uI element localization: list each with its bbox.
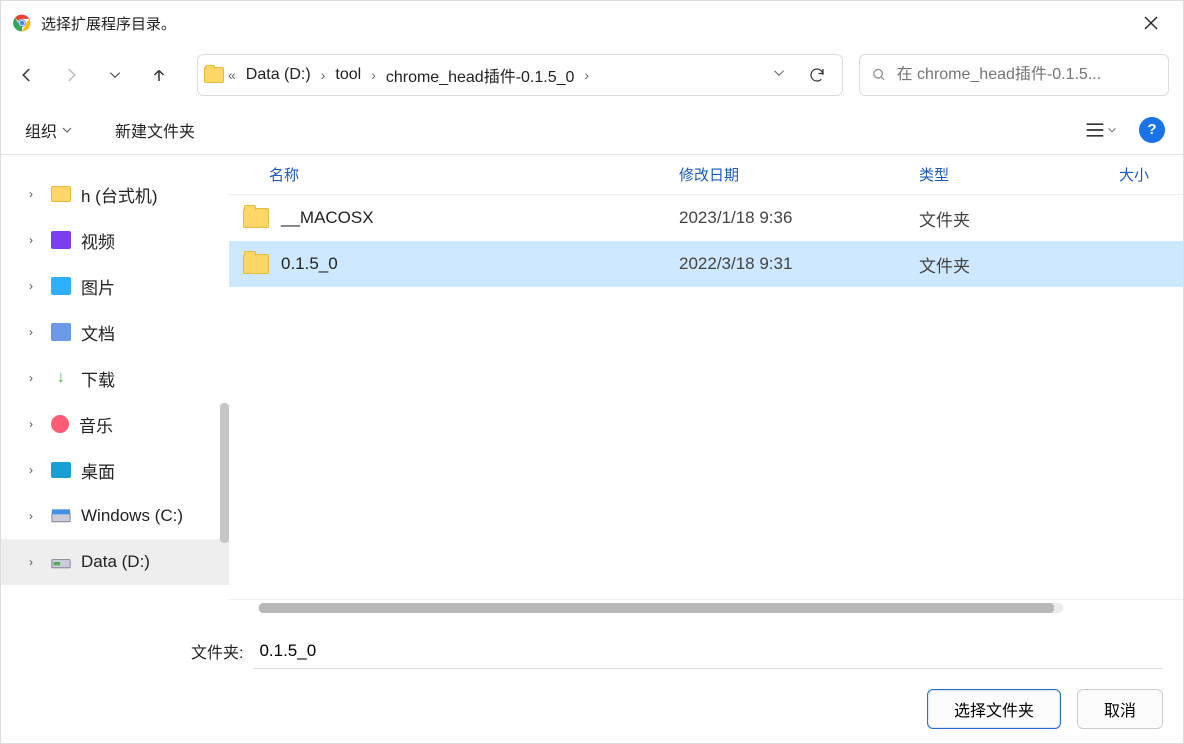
sidebar-item-label: 图片 (81, 274, 115, 299)
chevron-right-icon: › (29, 325, 41, 339)
sidebar-item-label: 视频 (81, 228, 115, 253)
cancel-button[interactable]: 取消 (1077, 689, 1163, 729)
sidebar-item-label: 桌面 (81, 458, 115, 483)
forward-button[interactable] (59, 63, 83, 87)
sidebar-item-music[interactable]: › 音乐 (1, 401, 229, 447)
chevron-right-icon: › (319, 67, 328, 83)
folder-icon (243, 254, 269, 274)
window-title: 选择扩展程序目录。 (41, 13, 176, 34)
file-date: 2022/3/18 9:31 (679, 254, 919, 274)
sidebar-item-h-desktop[interactable]: › h (台式机) (1, 171, 229, 217)
folder-icon (51, 186, 71, 202)
file-date: 2023/1/18 9:36 (679, 208, 919, 228)
sidebar-item-pictures[interactable]: › 图片 (1, 263, 229, 309)
picture-icon (51, 277, 71, 295)
sidebar-item-downloads[interactable]: › ↓ 下载 (1, 355, 229, 401)
folder-label: 文件夹: (191, 639, 243, 663)
sidebar-item-label: h (台式机) (81, 182, 158, 207)
document-icon (51, 323, 71, 341)
new-folder-button[interactable]: 新建文件夹 (109, 114, 201, 146)
chevron-right-icon: › (29, 371, 41, 385)
body-area: › h (台式机) › 视频 › 图片 › 文档 › ↓ 下载 › 音乐 › 桌面 › Windo… (1, 155, 1183, 615)
column-size[interactable]: 大小 (1119, 164, 1183, 185)
sidebar-item-desktop[interactable]: › 桌面 (1, 447, 229, 493)
view-mode-button[interactable] (1081, 118, 1121, 142)
path-dropdown[interactable] (772, 66, 786, 84)
breadcrumb-tool[interactable]: tool (329, 62, 367, 88)
sidebar-item-documents[interactable]: › 文档 (1, 309, 229, 355)
sidebar-item-label: 文档 (81, 320, 115, 345)
download-icon: ↓ (51, 369, 71, 387)
drive-icon (51, 507, 71, 525)
file-name: 0.1.5_0 (281, 254, 338, 274)
sidebar-item-label: Data (D:) (81, 552, 150, 572)
sidebar-item-label: 下载 (81, 366, 115, 391)
column-type[interactable]: 类型 (919, 164, 1119, 185)
organize-button[interactable]: 组织 (19, 114, 79, 146)
chevron-right-icon: › (582, 67, 591, 83)
folder-name-input[interactable] (253, 633, 1163, 669)
select-folder-button[interactable]: 选择文件夹 (927, 689, 1061, 729)
sidebar-scrollbar[interactable] (220, 403, 229, 543)
music-icon (51, 415, 69, 433)
chevron-right-icon: › (369, 67, 378, 83)
address-bar-row: « Data (D:) › tool › chrome_head插件-0.1.5… (1, 45, 1183, 105)
dialog-footer: 文件夹: 选择文件夹 取消 (1, 615, 1183, 743)
help-button[interactable]: ? (1139, 117, 1165, 143)
breadcrumb-overflow[interactable]: « (226, 67, 238, 83)
breadcrumb-bar[interactable]: « Data (D:) › tool › chrome_head插件-0.1.5… (197, 54, 843, 96)
file-name: __MACOSX (281, 208, 374, 228)
title-bar: 选择扩展程序目录。 (1, 1, 1183, 45)
file-type: 文件夹 (919, 206, 1119, 231)
chevron-right-icon: › (29, 509, 41, 523)
column-name[interactable]: 名称 (229, 164, 679, 185)
toolbar: 组织 新建文件夹 ? (1, 105, 1183, 155)
file-row[interactable]: 0.1.5_0 2022/3/18 9:31 文件夹 (229, 241, 1183, 287)
recent-dropdown[interactable] (103, 63, 127, 87)
column-header-row: 名称 修改日期 类型 大小 (229, 155, 1183, 195)
scrollbar-thumb[interactable] (259, 603, 1054, 613)
up-button[interactable] (147, 63, 171, 87)
file-type: 文件夹 (919, 252, 1119, 277)
file-list: ⌃ 名称 修改日期 类型 大小 __MACOSX 2023/1/18 9:36 … (229, 155, 1183, 615)
file-row[interactable]: __MACOSX 2023/1/18 9:36 文件夹 (229, 195, 1183, 241)
desktop-icon (51, 462, 71, 478)
chevron-right-icon: › (29, 187, 41, 201)
sidebar-item-videos[interactable]: › 视频 (1, 217, 229, 263)
chevron-right-icon: › (29, 279, 41, 293)
video-icon (51, 231, 71, 249)
refresh-button[interactable] (808, 66, 826, 84)
sidebar: › h (台式机) › 视频 › 图片 › 文档 › ↓ 下载 › 音乐 › 桌面 › Windo… (1, 155, 229, 615)
horizontal-scrollbar[interactable] (259, 603, 1063, 613)
sidebar-item-label: Windows (C:) (81, 506, 183, 526)
search-icon (872, 67, 887, 83)
sidebar-item-windows-c[interactable]: › Windows (C:) (1, 493, 229, 539)
sidebar-item-data-d[interactable]: › Data (D:) (1, 539, 229, 585)
breadcrumb-data-d[interactable]: Data (D:) (240, 62, 317, 88)
close-button[interactable] (1131, 1, 1171, 45)
search-input[interactable] (897, 66, 1156, 84)
breadcrumb-current[interactable]: chrome_head插件-0.1.5_0 (380, 59, 581, 91)
chevron-right-icon: › (29, 417, 41, 431)
chevron-right-icon: › (29, 463, 41, 477)
back-button[interactable] (15, 63, 39, 87)
folder-icon (204, 67, 224, 83)
chrome-icon (13, 14, 31, 32)
search-box[interactable] (859, 54, 1169, 96)
folder-icon (243, 208, 269, 228)
chevron-right-icon: › (29, 555, 41, 569)
drive-icon (51, 553, 71, 571)
column-modified[interactable]: 修改日期 (679, 164, 919, 185)
chevron-right-icon: › (29, 233, 41, 247)
sidebar-item-label: 音乐 (79, 412, 113, 437)
